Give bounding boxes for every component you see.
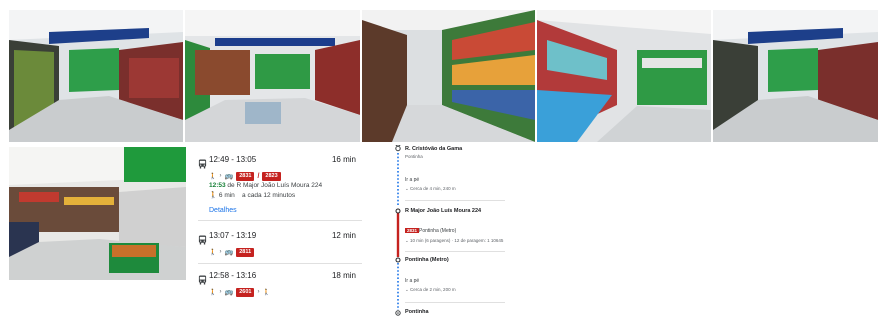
origin-pin-icon: [392, 145, 404, 153]
origin-name: R. Cristóvão da Gama: [405, 146, 463, 152]
store-photo-1[interactable]: [9, 10, 183, 142]
route-timeline: R. Cristóvão da Gama Pontinha Ir a pé ⌄ …: [392, 145, 512, 318]
departure-info: 12:53 de R Major João Luís Moura 224: [209, 182, 322, 189]
route-option-1[interactable]: 12:49 - 13:05 16 min 🚶 › 🚌 2831 / 2823 1…: [198, 155, 362, 217]
line-badge: 2823: [262, 171, 281, 181]
walk-frequency-info: 🚶 6 min a cada 12 minutos: [209, 191, 295, 199]
bus-icon: 🚌: [224, 289, 234, 296]
walk-icon: 🚶: [262, 289, 270, 296]
store-photo-5[interactable]: [713, 10, 878, 142]
line-badge: 2831: [405, 228, 420, 233]
chevron-right-icon: ›: [219, 249, 222, 255]
route-time: 12:58 - 13:16: [209, 271, 257, 280]
route-time: 13:07 - 13:19: [209, 231, 257, 240]
store-photo-6[interactable]: [9, 147, 186, 280]
bus-destination: Pontinha (Metro): [419, 228, 457, 234]
divider: [405, 302, 505, 303]
bus-icon: 🚌: [224, 173, 234, 180]
walk-detail[interactable]: ⌄ Cerca de 4 min, 240 m: [405, 186, 456, 192]
walk-duration: 6 min: [218, 192, 235, 199]
store-photo-4[interactable]: [537, 10, 711, 142]
bus-detail[interactable]: ⌄ 10 min (6 paragens) · 12 de paragem: 1…: [405, 238, 503, 244]
details-link[interactable]: Detalhes: [209, 207, 237, 214]
chevron-down-icon: ⌄: [405, 186, 409, 191]
departure-stop: de R Major João Luís Moura 224: [225, 182, 323, 189]
route-option-2[interactable]: 13:07 - 13:19 12 min 🚶 › 🚌 2811: [198, 231, 362, 259]
route-time: 12:49 - 13:05: [209, 155, 257, 164]
route-steps: 🚶 › 🚌 2831 / 2823: [209, 171, 281, 181]
bus-icon: 🚌: [224, 249, 234, 256]
walk-detail-text: Cerca de 4 min, 240 m: [410, 186, 456, 191]
line-badge: 2831: [236, 171, 255, 181]
divider: [198, 263, 362, 264]
stop-name: Pontinha (Metro): [405, 257, 449, 263]
destination-name: Pontinha: [405, 309, 429, 315]
route-steps: 🚶 › 🚌 2811: [209, 247, 255, 257]
walk-detail[interactable]: ⌄ Cerca de 2 min, 200 m: [405, 287, 456, 293]
divider: [198, 220, 362, 221]
chevron-down-icon: ⌄: [405, 238, 409, 243]
bus-icon: [198, 272, 207, 285]
line-separator: /: [257, 172, 260, 180]
walk-small-icon: 🚶: [209, 192, 218, 199]
bus-detail-text: 10 min (6 paragens) · 12 de paragem: 1 1…: [410, 238, 504, 243]
walk-detail-text: Cerca de 2 min, 200 m: [410, 287, 456, 292]
divider: [405, 200, 505, 201]
departure-time: 12:53: [209, 182, 226, 189]
route-duration: 16 min: [331, 155, 356, 164]
line-badge: 2601: [236, 287, 255, 297]
chevron-right-icon: ›: [257, 289, 260, 295]
chevron-right-icon: ›: [219, 173, 222, 179]
route-steps: 🚶 › 🚌 2601 › 🚶: [209, 287, 270, 297]
walk-label: Ir a pé: [405, 177, 420, 183]
divider: [405, 251, 505, 252]
bus-icon: [198, 156, 207, 169]
store-photo-2[interactable]: [185, 10, 360, 142]
walk-icon: 🚶: [209, 249, 217, 256]
line-badge: 2811: [236, 247, 255, 257]
store-photo-3[interactable]: [362, 10, 535, 142]
walk-icon: 🚶: [209, 289, 217, 296]
stop-name: R Major João Luís Moura 224: [405, 208, 482, 214]
chevron-down-icon: ⌄: [405, 287, 409, 292]
origin-sub: Pontinha: [405, 154, 423, 159]
route-option-3[interactable]: 12:58 - 13:16 18 min 🚶 › 🚌 2601 › 🚶: [198, 271, 362, 299]
route-duration: 18 min: [331, 271, 356, 280]
route-duration: 12 min: [331, 231, 356, 240]
chevron-right-icon: ›: [219, 289, 222, 295]
walk-label: Ir a pé: [405, 278, 420, 284]
bus-icon: [198, 232, 207, 245]
frequency: a cada 12 minutos: [242, 192, 296, 199]
walk-icon: 🚶: [209, 173, 217, 180]
destination-pin-icon: [393, 308, 403, 318]
